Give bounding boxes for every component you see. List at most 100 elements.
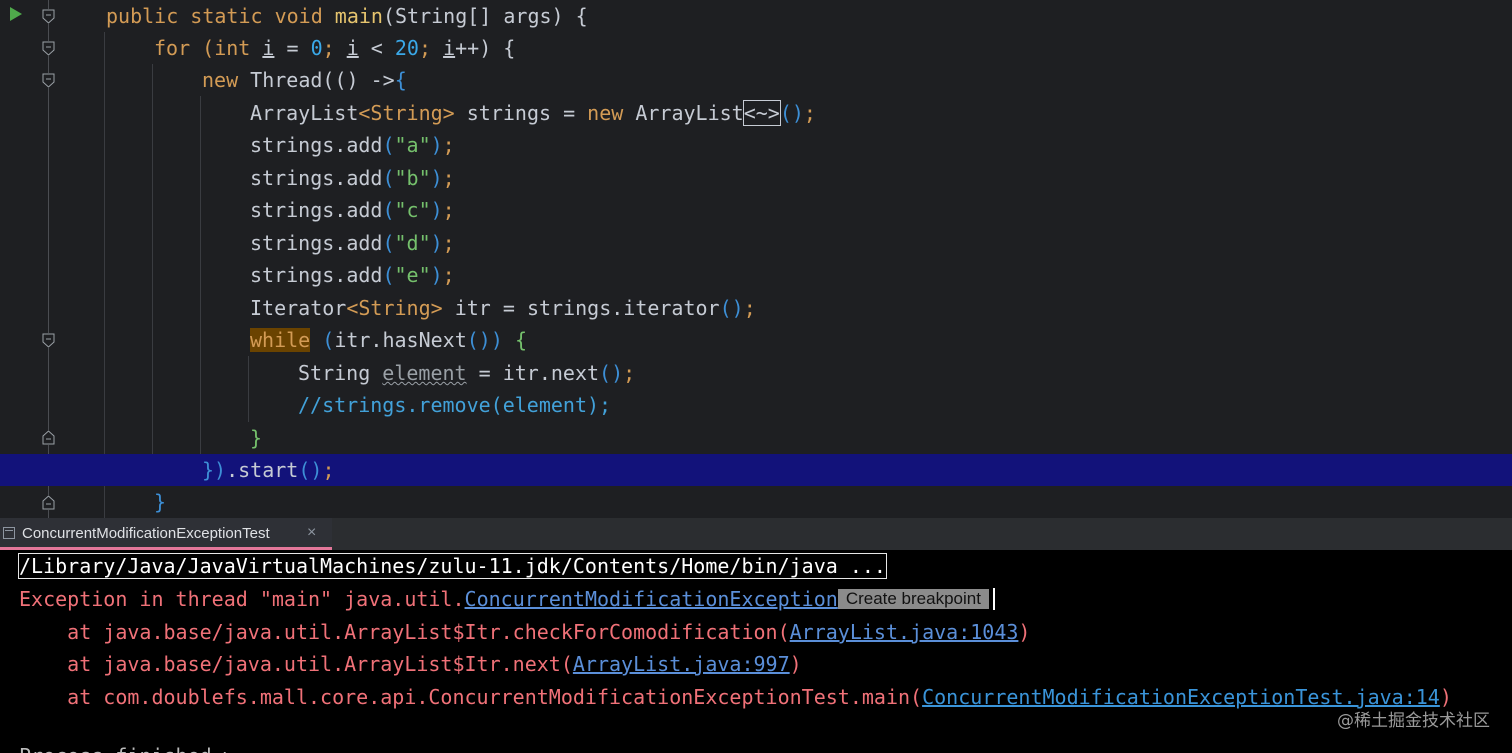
code-token: Iterator — [250, 296, 347, 320]
code-token: () -> — [334, 68, 395, 92]
code-token: < — [358, 36, 395, 60]
code-token: () — [298, 458, 323, 482]
stack-frame-text: ) — [1018, 620, 1031, 644]
code-token: ; — [442, 198, 455, 222]
code-token: ArrayList — [635, 101, 744, 125]
code-line[interactable]: Iterator<String> itr = strings.iterator(… — [0, 292, 1512, 324]
code-token: ( — [382, 166, 395, 190]
console-exception-line: Exception in thread "main" java.util.Con… — [19, 583, 995, 615]
current-code-line[interactable]: }).start(); — [0, 454, 1512, 486]
stack-trace-line: at com.doublefs.mall.core.api.Concurrent… — [19, 681, 1452, 713]
code-line[interactable]: //strings.remove(element); — [0, 389, 1512, 421]
code-token: ( — [382, 198, 395, 222]
code-token: ) — [430, 133, 443, 157]
code-token: ) — [430, 198, 443, 222]
code-token: strings.add — [250, 198, 383, 222]
code-token: }) — [202, 458, 227, 482]
code-token: = — [274, 36, 311, 60]
code-token: for ( — [154, 36, 215, 60]
code-token: ; — [418, 36, 444, 60]
code-token: main — [334, 4, 383, 28]
code-line[interactable]: new Thread(() ->{ — [0, 64, 1512, 96]
string-literal: "e" — [394, 263, 431, 287]
code-token: ; — [442, 231, 455, 255]
code-token: ) — [430, 166, 443, 190]
code-token: { — [394, 68, 407, 92]
stack-trace-line: at java.base/java.util.ArrayList$Itr.che… — [19, 616, 1030, 648]
code-token: new — [202, 68, 251, 92]
code-line[interactable]: String element = itr.next(); — [0, 357, 1512, 389]
run-tool-window-tabbar: ConcurrentModificationExceptionTest × — [0, 518, 1512, 550]
code-token: () — [599, 361, 624, 385]
code-token: strings.add — [250, 231, 383, 255]
code-token: i — [262, 36, 275, 60]
code-token: String — [298, 361, 383, 385]
code-token: Thread — [250, 68, 323, 92]
code-token: ; — [623, 361, 636, 385]
code-token: () — [466, 328, 491, 352]
code-token: int — [214, 36, 263, 60]
code-token: ; — [743, 296, 756, 320]
code-token: while — [250, 328, 311, 352]
code-line[interactable]: strings.add("d"); — [0, 227, 1512, 259]
stack-frame-link[interactable]: ArrayList.java:1043 — [790, 620, 1019, 644]
code-editor[interactable]: public static void main(String[] args) {… — [0, 0, 1512, 518]
code-token: ) — [430, 263, 443, 287]
code-token: ; — [442, 166, 455, 190]
code-token: ArrayList — [250, 101, 359, 125]
code-line[interactable]: public static void main(String[] args) { — [0, 0, 1512, 32]
code-token: itr.hasNext — [334, 328, 467, 352]
code-token: 20 — [394, 36, 419, 60]
close-icon[interactable]: × — [307, 524, 316, 542]
unused-variable[interactable]: element — [382, 361, 466, 385]
stack-frame-link[interactable]: ArrayList.java:997 — [573, 652, 790, 676]
code-token: new — [587, 101, 636, 125]
stack-trace-line: at java.base/java.util.ArrayList$Itr.nex… — [19, 648, 802, 680]
code-token: strings.add — [250, 133, 383, 157]
stack-frame-text: at java.base/java.util.ArrayList$Itr.che… — [19, 620, 790, 644]
code-line[interactable]: strings.add("c"); — [0, 194, 1512, 226]
code-line[interactable]: for (int i = 0; i < 20; i++) { — [0, 32, 1512, 64]
code-line[interactable]: strings.add("e"); — [0, 259, 1512, 291]
code-token: ; — [442, 133, 455, 157]
code-token: 0 — [310, 36, 323, 60]
code-token: i — [443, 36, 456, 60]
code-token: () — [779, 101, 804, 125]
code-token: <String> — [346, 296, 443, 320]
stack-frame-text: at com.doublefs.mall.core.api.Concurrent… — [19, 685, 923, 709]
code-line[interactable]: } — [0, 486, 1512, 518]
tab-label: ConcurrentModificationExceptionTest — [22, 525, 270, 542]
code-token: = itr.next — [466, 361, 600, 385]
run-console[interactable]: /Library/Java/JavaVirtualMachines/zulu-1… — [0, 550, 1512, 753]
create-breakpoint-button[interactable]: Create breakpoint — [837, 589, 989, 609]
code-token: ( — [382, 263, 395, 287]
string-literal: "b" — [394, 166, 431, 190]
code-token: ( — [322, 68, 335, 92]
code-token: i — [346, 36, 359, 60]
code-line[interactable]: strings.add("b"); — [0, 162, 1512, 194]
exception-prefix: Exception in thread "main" java.util. — [19, 587, 465, 611]
string-literal: "a" — [394, 133, 431, 157]
code-token: ( — [322, 328, 335, 352]
code-line[interactable]: } — [0, 422, 1512, 454]
code-line[interactable]: strings.add("a"); — [0, 129, 1512, 161]
code-token: (String[] args) { — [382, 4, 588, 28]
code-token: ) — [430, 231, 443, 255]
exception-class-link[interactable]: ConcurrentModificationException — [465, 587, 838, 611]
tab-run-configuration[interactable]: ConcurrentModificationExceptionTest × — [0, 518, 332, 550]
text-cursor — [992, 588, 995, 610]
string-literal: "d" — [394, 231, 431, 255]
code-token: strings.add — [250, 166, 383, 190]
diamond-hint[interactable]: <~> — [742, 100, 781, 126]
code-line[interactable]: ArrayList<String> strings = new ArrayLis… — [0, 97, 1512, 129]
code-token: strings = — [454, 101, 588, 125]
code-token: itr = strings.iterator — [442, 296, 720, 320]
console-command[interactable]: /Library/Java/JavaVirtualMachines/zulu-1… — [18, 553, 887, 579]
code-token: strings.add — [250, 263, 383, 287]
code-token: () — [719, 296, 744, 320]
code-token: <String> — [358, 101, 455, 125]
stack-frame-text: ) — [789, 652, 802, 676]
code-line[interactable]: while (itr.hasNext()) { — [0, 324, 1512, 356]
console-cut-line: Process finished with — [19, 740, 229, 753]
